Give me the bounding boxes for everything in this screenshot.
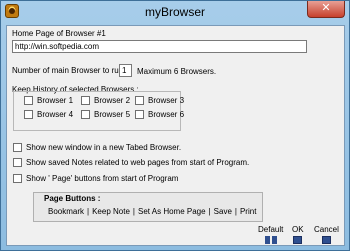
home-page-url-input[interactable] xyxy=(12,40,307,53)
option-page-buttons-label: Show ' Page' buttons from start of Progr… xyxy=(26,174,179,183)
home-page-label: Home Page of Browser #1 xyxy=(12,29,106,38)
history-browser-2-checkbox[interactable] xyxy=(81,96,90,105)
option-saved-notes-label: Show saved Notes related to web pages fr… xyxy=(26,158,250,167)
cancel-button-label: Cancel xyxy=(314,225,339,234)
main-browsers-label: Number of main Browser to run : xyxy=(12,66,128,75)
history-browser-4-checkbox[interactable] xyxy=(24,110,33,119)
separator: | xyxy=(132,207,135,216)
settings-panel: Home Page of Browser #1 Number of main B… xyxy=(6,25,345,246)
page-buttons-title: Page Buttons : xyxy=(44,194,101,203)
option-saved-notes-checkbox[interactable] xyxy=(13,158,22,167)
history-browser-5-label: Browser 5 xyxy=(94,110,131,119)
default-icon xyxy=(264,236,277,244)
app-window: myBrowser ✕ Home Page of Browser #1 Numb… xyxy=(0,0,350,251)
default-button[interactable]: Default xyxy=(258,225,283,244)
option-page-buttons-checkbox[interactable] xyxy=(13,174,22,183)
history-browser-6-checkbox[interactable] xyxy=(135,110,144,119)
ok-icon xyxy=(293,236,303,244)
history-browser-1-checkbox[interactable] xyxy=(24,96,33,105)
bookmark-link[interactable]: Bookmark xyxy=(48,207,84,216)
window-title: myBrowser xyxy=(144,5,205,19)
option-new-tab-label: Show new window in a new Tabed Browser. xyxy=(26,143,182,152)
history-browser-5-checkbox[interactable] xyxy=(81,110,90,119)
ok-button-label: OK xyxy=(292,225,304,234)
history-browser-4-label: Browser 4 xyxy=(37,110,74,119)
main-browsers-max-label: Maximum 6 Browsers. xyxy=(137,67,217,76)
keep-note-link[interactable]: Keep Note xyxy=(92,207,130,216)
separator: | xyxy=(208,207,211,216)
close-button[interactable]: ✕ xyxy=(307,1,345,18)
history-browser-1-label: Browser 1 xyxy=(37,96,74,105)
page-buttons-row: Bookmark | Keep Note | Set As Home Page | Save… xyxy=(48,207,256,216)
history-browser-3-label: Browser 3 xyxy=(148,96,185,105)
history-browser-6-label: Browser 6 xyxy=(148,110,185,119)
save-link[interactable]: Save xyxy=(214,207,232,216)
ok-button[interactable]: OK xyxy=(292,225,304,244)
separator: | xyxy=(87,207,90,216)
option-new-tab-checkbox[interactable] xyxy=(13,143,22,152)
set-home-page-link[interactable]: Set As Home Page xyxy=(138,207,206,216)
cancel-icon xyxy=(321,236,331,244)
main-browsers-count-input[interactable]: 1 xyxy=(119,64,132,77)
page-buttons-group: Page Buttons : Bookmark | Keep Note | Set As… xyxy=(33,192,263,222)
history-browser-2-label: Browser 2 xyxy=(94,96,131,105)
separator: | xyxy=(234,207,237,216)
history-browser-3-checkbox[interactable] xyxy=(135,96,144,105)
print-link[interactable]: Print xyxy=(240,207,256,216)
history-group: Browser 1 Browser 2 Browser 3 Browser 4 … xyxy=(13,91,185,131)
cancel-button[interactable]: Cancel xyxy=(314,225,339,244)
title-bar[interactable]: myBrowser ✕ xyxy=(1,1,349,23)
default-button-label: Default xyxy=(258,225,284,234)
